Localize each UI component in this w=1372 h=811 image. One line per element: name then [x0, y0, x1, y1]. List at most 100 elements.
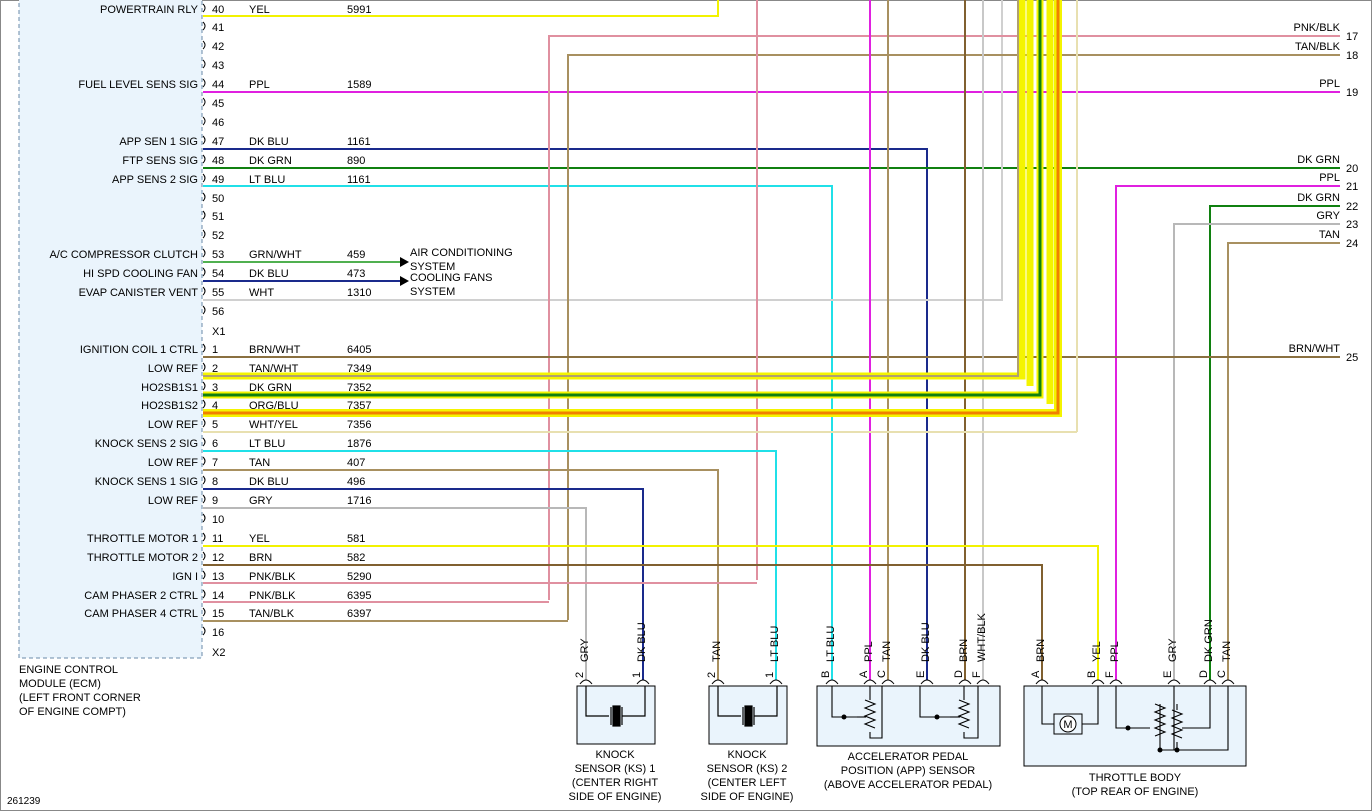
pin-number: 49 [212, 174, 224, 186]
pin-number: 40 [212, 4, 224, 16]
wire-color-label: DK BLU [249, 476, 289, 488]
pin-number: 51 [212, 211, 224, 223]
right-edge-wire-label: TAN/BLK [1295, 41, 1341, 53]
component-pin-letter: 1 [764, 672, 776, 678]
pin-function-label: FTP SENS SIG [122, 155, 198, 167]
circuit-number-label: 582 [347, 552, 365, 564]
component-pin-letter: C [1216, 670, 1228, 678]
pin-number: 55 [212, 287, 224, 299]
pin-number: 45 [212, 98, 224, 110]
component-wire-color: LT BLU [825, 626, 837, 662]
circuit-number-label: 1161 [347, 136, 371, 148]
circuit-number-label: 1589 [347, 79, 371, 91]
pin-number: 13 [212, 571, 224, 583]
component-wire-color: BRN [1035, 639, 1047, 662]
pin-function-label: IGNITION COIL 1 CTRL [80, 344, 198, 356]
pin-function-label: LOW REF [148, 495, 198, 507]
right-edge-wire-label: GRY [1316, 210, 1340, 222]
pin-number: 11 [212, 533, 223, 545]
pin-number: 52 [212, 230, 224, 242]
component-wire-color: PPL [1109, 641, 1121, 662]
circuit-number-label: 7352 [347, 382, 371, 394]
pin-number: 3 [212, 382, 218, 394]
component-wire-color: TAN [1221, 641, 1233, 662]
circuit-number-label: 890 [347, 155, 365, 167]
wire-color-label: DK GRN [249, 155, 292, 167]
ks1-caption-3: (CENTER RIGHT [572, 777, 658, 789]
pin-number: 5 [212, 419, 218, 431]
component-wire-color: WHT/BLK [976, 612, 988, 662]
pin-number: 14 [212, 590, 224, 602]
pin-function-label: LOW REF [148, 363, 198, 375]
wire-color-label: DK GRN [249, 382, 292, 394]
ecm-title-line-2: MODULE (ECM) [19, 678, 101, 690]
wire-color-label: DK BLU [249, 268, 289, 280]
component-pin-letter: E [1162, 671, 1174, 678]
component-wire-color: DK BLU [636, 622, 648, 662]
tb-junction-1 [1125, 725, 1131, 731]
pin-number: 48 [212, 155, 224, 167]
circuit-number-label: 496 [347, 476, 365, 488]
ks1-caption-1: KNOCK [595, 749, 635, 761]
right-edge-wire-label: PPL [1319, 78, 1340, 90]
right-edge-wire-label: BRN/WHT [1289, 343, 1341, 355]
pin-number: 50 [212, 193, 224, 205]
motor-label: M [1063, 719, 1072, 731]
right-edge-wire-label: PPL [1319, 172, 1340, 184]
pin-function-label: APP SEN 1 SIG [119, 136, 198, 148]
wire-color-label: BRN [249, 552, 272, 564]
app-junction-1 [841, 714, 847, 720]
right-edge-wire-label: PNK/BLK [1294, 22, 1341, 34]
right-edge-wire-label: TAN [1319, 229, 1340, 241]
ecm-title-line-3: (LEFT FRONT CORNER [19, 692, 141, 704]
ks1-caption-4: SIDE OF ENGINE) [569, 791, 662, 803]
fans-system-label-2: SYSTEM [410, 286, 455, 298]
pin-function-label: KNOCK SENS 1 SIG [95, 476, 198, 488]
pin-function-label: A/C COMPRESSOR CLUTCH [49, 249, 198, 261]
pin-function-label: LOW REF [148, 419, 198, 431]
circuit-number-label: 7356 [347, 419, 371, 431]
wire-color-label: TAN [249, 457, 270, 469]
circuit-number-label: 473 [347, 268, 365, 280]
right-edge-ref-number: 22 [1346, 201, 1358, 213]
component-pin-letter: 1 [631, 672, 643, 678]
wire-color-label: LT BLU [249, 174, 285, 186]
pin-number: 2 [212, 363, 218, 375]
right-edge-ref-number: 19 [1346, 87, 1358, 99]
wire-color-label: LT BLU [249, 438, 285, 450]
circuit-number-label: 407 [347, 457, 365, 469]
component-pin-letter: C [876, 670, 888, 678]
pin-function-label: CAM PHASER 4 CTRL [84, 608, 198, 620]
pin-number: 42 [212, 41, 224, 53]
ks1-caption-2: SENSOR (KS) 1 [575, 763, 656, 775]
figure-id: 261239 [7, 796, 41, 807]
ecm-title-line-4: OF ENGINE COMPT) [19, 706, 126, 718]
pin-function-label: IGN I [172, 571, 198, 583]
ks2-caption-1: KNOCK [727, 749, 767, 761]
pin-number: 47 [212, 136, 224, 148]
component-pin-letter: D [1198, 670, 1210, 678]
app-caption-1: ACCELERATOR PEDAL [848, 751, 969, 763]
pin-number: 1 [212, 344, 218, 356]
connector-x2-label: X2 [212, 647, 225, 659]
wire-color-label: TAN/WHT [249, 363, 299, 375]
pin-number: 16 [212, 627, 224, 639]
ks2-caption-2: SENSOR (KS) 2 [707, 763, 788, 775]
circuit-number-label: 1876 [347, 438, 371, 450]
pin-number: 9 [212, 495, 218, 507]
component-pin-letter: D [953, 670, 965, 678]
pin-function-label: FUEL LEVEL SENS SIG [78, 79, 198, 91]
pin-function-label: THROTTLE MOTOR 1 [87, 533, 198, 545]
pin-function-label: THROTTLE MOTOR 2 [87, 552, 198, 564]
right-edge-ref-number: 25 [1346, 352, 1358, 364]
tb-caption-2: (TOP REAR OF ENGINE) [1072, 786, 1199, 798]
right-edge-ref-number: 21 [1346, 181, 1358, 193]
app-caption-2: POSITION (APP) SENSOR [841, 765, 976, 777]
component-wire-color: GRY [579, 638, 591, 662]
wire-color-label: ORG/BLU [249, 400, 299, 412]
right-edge-ref-number: 17 [1346, 31, 1358, 43]
pin-number: 6 [212, 438, 218, 450]
pin-function-label: CAM PHASER 2 CTRL [84, 590, 198, 602]
tb-junction-2 [1157, 747, 1163, 753]
wire-color-label: YEL [249, 4, 270, 16]
